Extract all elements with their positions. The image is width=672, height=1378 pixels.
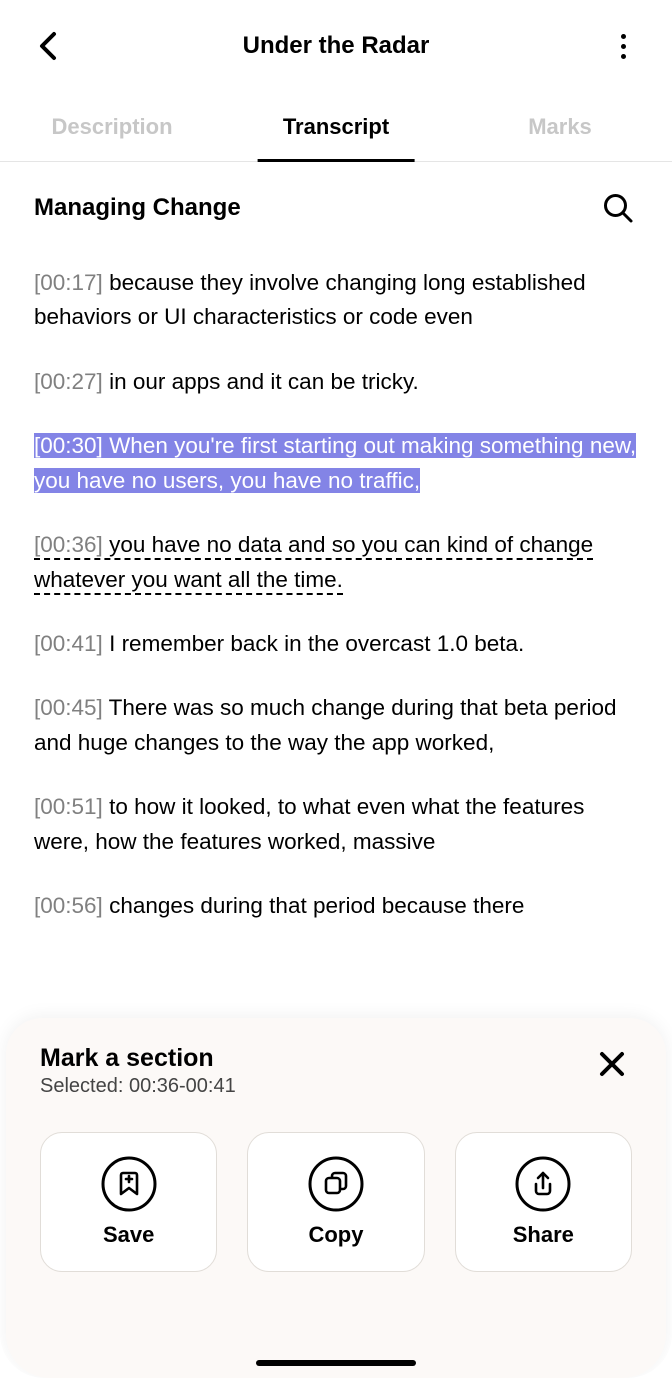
transcript-segment[interactable]: [00:41] I remember back in the overcast … (34, 627, 638, 661)
copy-icon (308, 1156, 364, 1212)
segment-text[interactable]: When you're first starting out making so… (34, 433, 636, 492)
timestamp[interactable]: [00:17] (34, 270, 103, 295)
segment-text[interactable]: I remember back in the overcast 1.0 beta… (103, 631, 524, 656)
transcript-segment[interactable]: [00:36] you have no data and so you can … (34, 528, 638, 597)
chevron-left-icon (38, 31, 58, 61)
more-button[interactable] (604, 26, 644, 66)
transcript-segment[interactable]: [00:45] There was so much change during … (34, 691, 638, 760)
transcript-segment[interactable]: [00:56] changes during that period becau… (34, 889, 638, 923)
copy-button[interactable]: Copy (247, 1132, 424, 1272)
sheet-subtitle: Selected: 00:36-00:41 (40, 1075, 236, 1098)
share-label: Share (513, 1222, 574, 1248)
back-button[interactable] (28, 26, 68, 66)
save-button[interactable]: Save (40, 1132, 217, 1272)
home-indicator[interactable] (256, 1360, 416, 1366)
timestamp[interactable]: [00:30] (34, 433, 103, 458)
transcript-segment[interactable]: [00:51] to how it looked, to what even w… (34, 790, 638, 859)
more-vertical-icon (621, 34, 626, 59)
timestamp[interactable]: [00:36] (34, 532, 103, 557)
share-button[interactable]: Share (455, 1132, 632, 1272)
page-title: Under the Radar (243, 32, 430, 60)
tab-marks[interactable]: Marks (448, 92, 672, 161)
segment-text[interactable]: to how it looked, to what even what the … (34, 794, 584, 853)
timestamp[interactable]: [00:27] (34, 369, 103, 394)
segment-text[interactable]: in our apps and it can be tricky. (103, 369, 419, 394)
timestamp[interactable]: [00:45] (34, 695, 103, 720)
transcript-body[interactable]: [00:17] because they involve changing lo… (0, 266, 672, 923)
tab-transcript[interactable]: Transcript (224, 92, 448, 161)
save-label: Save (103, 1222, 154, 1248)
segment-text[interactable]: There was so much change during that bet… (34, 695, 616, 754)
sheet-actions: Save Copy (40, 1132, 632, 1272)
close-icon (598, 1050, 626, 1078)
search-icon (602, 192, 634, 224)
transcript-segment[interactable]: [00:27] in our apps and it can be tricky… (34, 365, 638, 399)
search-button[interactable] (598, 188, 638, 228)
segment-text[interactable]: you have no data and so you can kind of … (34, 532, 593, 591)
section-title: Managing Change (34, 194, 241, 222)
transcript-segment[interactable]: [00:30] When you're first starting out m… (34, 429, 638, 498)
sheet-title: Mark a section (40, 1044, 236, 1073)
mark-section-sheet: Mark a section Selected: 00:36-00:41 (6, 1018, 666, 1378)
transcript-segment[interactable]: [00:17] because they involve changing lo… (34, 266, 638, 335)
section-header: Managing Change (0, 162, 672, 236)
sheet-heading: Mark a section Selected: 00:36-00:41 (40, 1044, 236, 1098)
tabs: Description Transcript Marks (0, 92, 672, 162)
copy-label: Copy (308, 1222, 363, 1248)
share-icon (515, 1156, 571, 1212)
timestamp[interactable]: [00:56] (34, 893, 103, 918)
timestamp[interactable]: [00:41] (34, 631, 103, 656)
app-screen: Under the Radar Description Transcript M… (0, 0, 672, 1378)
bookmark-add-icon (101, 1156, 157, 1212)
timestamp[interactable]: [00:51] (34, 794, 103, 819)
close-button[interactable] (592, 1044, 632, 1084)
segment-text[interactable]: because they involve changing long estab… (34, 270, 586, 329)
header: Under the Radar (0, 0, 672, 92)
tab-description[interactable]: Description (0, 92, 224, 161)
segment-text[interactable]: changes during that period because there (103, 893, 525, 918)
